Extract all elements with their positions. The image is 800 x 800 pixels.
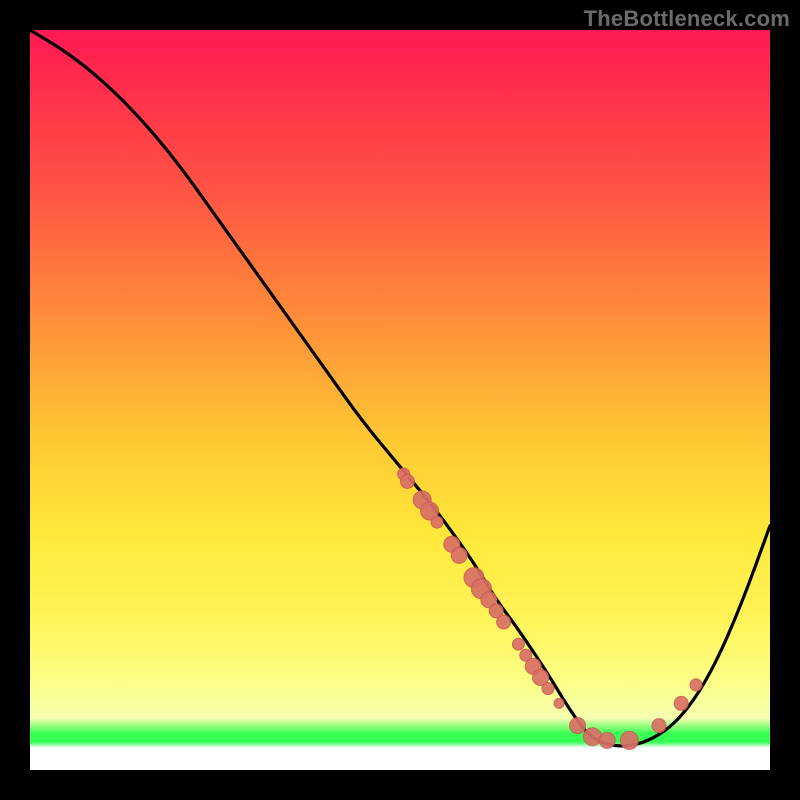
data-marker: [652, 719, 666, 733]
data-marker: [690, 679, 702, 691]
data-marker: [620, 731, 638, 749]
data-marker: [599, 732, 615, 748]
curve-svg: [30, 30, 770, 770]
data-marker: [400, 474, 414, 488]
data-marker: [570, 718, 586, 734]
marker-group: [398, 468, 702, 749]
data-marker: [451, 547, 467, 563]
bottleneck-curve: [30, 30, 770, 746]
plot-area: [30, 30, 770, 770]
data-marker: [583, 728, 601, 746]
watermark-text: TheBottleneck.com: [584, 6, 790, 32]
chart-container: TheBottleneck.com: [0, 0, 800, 800]
data-marker: [512, 638, 524, 650]
data-marker: [554, 698, 564, 708]
data-marker: [497, 615, 511, 629]
data-marker: [431, 516, 443, 528]
data-marker: [542, 683, 554, 695]
data-marker: [674, 696, 688, 710]
